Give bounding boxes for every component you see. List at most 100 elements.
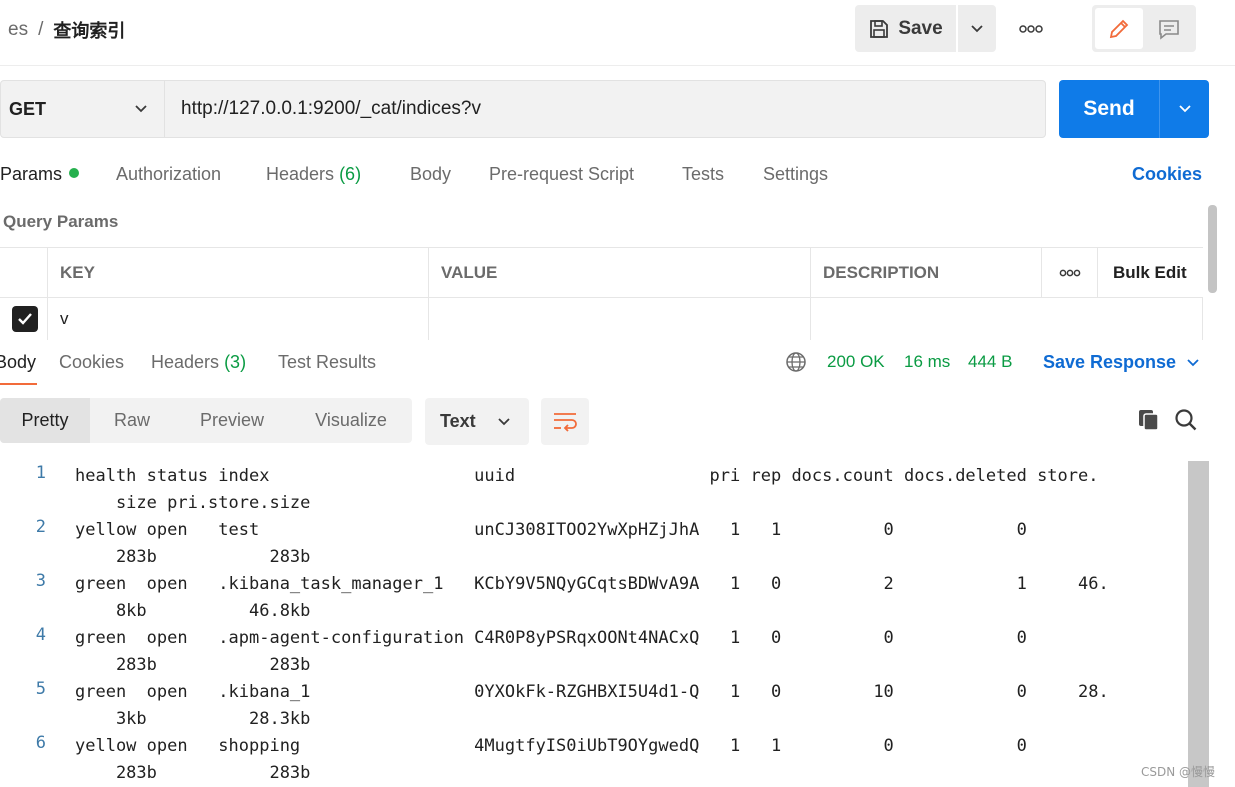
param-value-cell[interactable]	[428, 298, 810, 340]
view-visualize[interactable]: Visualize	[290, 398, 412, 443]
send-dropdown-button[interactable]	[1160, 80, 1209, 138]
url-bar: GET	[0, 80, 1046, 138]
line-number: 3	[35, 571, 46, 591]
code-text-wrapped: 3kb 28.3kb	[75, 709, 311, 729]
code-line: 3 green open .kibana_task_manager_1 KCbY…	[0, 569, 1185, 623]
tab-headers-label: Headers	[266, 164, 335, 184]
response-body[interactable]: 1 health status index uuid pri rep docs.…	[0, 461, 1185, 787]
code-text-first: green open .apm-agent-configuration C4R0…	[75, 628, 1027, 648]
params-scrollbar[interactable]	[1208, 205, 1217, 293]
tab-settings[interactable]: Settings	[763, 164, 828, 185]
line-number: 1	[35, 463, 46, 483]
watermark: CSDN @慢慢	[1141, 765, 1216, 779]
code-text-wrapped: 283b 283b	[75, 655, 311, 675]
wrap-lines-icon	[554, 412, 577, 432]
code-text-first: yellow open test unCJ308ITOO2YwXpHZjJhA …	[75, 520, 1027, 540]
response-size[interactable]: 444 B	[968, 352, 1012, 372]
line-number: 6	[35, 733, 46, 753]
request-header: es / 查询索引 Save	[0, 0, 1235, 66]
wrap-lines-button[interactable]	[541, 398, 589, 445]
response-tabs: Body Cookies Headers (3) Test Results 20…	[0, 340, 1235, 386]
view-mode-group: Pretty Raw Preview Visualize	[0, 398, 412, 443]
method-label: GET	[9, 98, 47, 119]
breadcrumb: es / 查询索引	[8, 17, 125, 43]
line-number: 2	[35, 517, 46, 537]
table-header-row: KEY VALUE DESCRIPTION Bulk Edit	[0, 248, 1203, 298]
tab-tests[interactable]: Tests	[682, 164, 724, 185]
save-button[interactable]: Save	[855, 5, 956, 52]
tab-params-label: Params	[0, 164, 63, 184]
code-line: 4 green open .apm-agent-configuration C4…	[0, 623, 1185, 677]
column-value: VALUE	[428, 248, 810, 297]
request-name[interactable]: 查询索引	[53, 17, 125, 43]
save-icon	[870, 19, 889, 38]
edit-mode-toggle	[1092, 5, 1196, 52]
save-response-button[interactable]: Save Response	[1043, 352, 1200, 373]
code-line: 5 green open .kibana_1 0YXOkFk-RZGHBXI5U…	[0, 677, 1185, 731]
globe-icon[interactable]	[785, 351, 807, 373]
send-button[interactable]: Send	[1059, 80, 1160, 138]
breadcrumb-collection[interactable]: es	[8, 19, 28, 41]
chevron-down-icon	[971, 24, 983, 32]
method-select[interactable]: GET	[1, 81, 165, 137]
param-description-cell[interactable]	[810, 298, 1203, 340]
tab-headers-count: (6)	[339, 164, 362, 184]
url-input[interactable]	[165, 81, 1045, 137]
tab-response-headers-label: Headers	[151, 352, 220, 372]
comments-button[interactable]	[1145, 8, 1193, 49]
query-params-title: Query Params	[3, 212, 119, 231]
search-icon[interactable]	[1173, 407, 1199, 433]
line-number: 5	[35, 679, 46, 699]
response-scrollbar[interactable]	[1188, 461, 1209, 787]
code-text-wrapped: 8kb 46.8kb	[75, 601, 311, 621]
tab-authorization[interactable]: Authorization	[116, 164, 221, 185]
tab-prerequest-script[interactable]: Pre-request Script	[489, 164, 634, 185]
format-select[interactable]: Text	[425, 398, 529, 445]
copy-icon[interactable]	[1136, 407, 1162, 433]
chevron-down-icon	[135, 105, 147, 113]
code-text-first: yellow open shopping 4MugtfyIS0iUbT9OYgw…	[75, 736, 1027, 756]
send-group: Send	[1059, 80, 1209, 138]
param-enabled-checkbox[interactable]	[12, 306, 38, 332]
tab-test-results[interactable]: Test Results	[278, 352, 376, 373]
chevron-down-icon	[498, 417, 510, 425]
bulk-edit-button[interactable]: Bulk Edit	[1097, 248, 1203, 297]
table-options-button[interactable]	[1041, 248, 1097, 297]
code-text-first: green open .kibana_1 0YXOkFk-RZGHBXI5U4d…	[75, 682, 1109, 702]
tab-headers[interactable]: Headers (6)	[266, 164, 361, 185]
tab-response-cookies[interactable]: Cookies	[59, 352, 124, 373]
tab-response-headers[interactable]: Headers (3)	[151, 352, 246, 373]
code-line: 6 yellow open shopping 4MugtfyIS0iUbT9OY…	[0, 731, 1185, 785]
view-preview[interactable]: Preview	[174, 398, 290, 443]
status-code[interactable]: 200 OK	[827, 352, 885, 372]
more-dots-icon	[1019, 25, 1043, 33]
view-raw[interactable]: Raw	[90, 398, 174, 443]
code-text: green open .apm-agent-configuration C4R0…	[75, 625, 1027, 679]
code-text-wrapped: 283b 283b	[75, 763, 311, 783]
more-actions-button[interactable]	[1012, 14, 1050, 44]
response-time[interactable]: 16 ms	[904, 352, 950, 372]
save-response-label: Save Response	[1043, 352, 1177, 372]
save-dropdown-button[interactable]	[958, 5, 996, 52]
cookies-link[interactable]: Cookies	[1132, 164, 1202, 185]
param-key-cell[interactable]: v	[47, 298, 428, 340]
tab-params[interactable]: Params	[0, 164, 80, 185]
tab-body[interactable]: Body	[410, 164, 451, 185]
tab-response-body[interactable]: Body	[0, 352, 36, 373]
query-params-table: KEY VALUE DESCRIPTION Bulk Edit v	[0, 247, 1203, 340]
code-text-wrapped: size pri.store.size	[75, 493, 311, 513]
edit-mode-button[interactable]	[1095, 8, 1143, 49]
line-number: 4	[35, 625, 46, 645]
view-pretty[interactable]: Pretty	[0, 398, 90, 443]
code-line: 2 yellow open test unCJ308ITOO2YwXpHZjJh…	[0, 515, 1185, 569]
save-label: Save	[898, 17, 943, 39]
breadcrumb-separator: /	[38, 19, 44, 40]
code-text-first: green open .kibana_task_manager_1 KCbY9V…	[75, 574, 1109, 594]
more-dots-icon	[1059, 269, 1080, 276]
table-row: v	[0, 298, 1203, 340]
row-checkbox-cell	[0, 298, 47, 340]
code-text: green open .kibana_1 0YXOkFk-RZGHBXI5U4d…	[75, 679, 1109, 733]
checkmark-icon	[18, 313, 32, 325]
request-tabs: Params Authorization Headers (6) Body Pr…	[0, 158, 1235, 192]
code-text-wrapped: 283b 283b	[75, 547, 311, 567]
